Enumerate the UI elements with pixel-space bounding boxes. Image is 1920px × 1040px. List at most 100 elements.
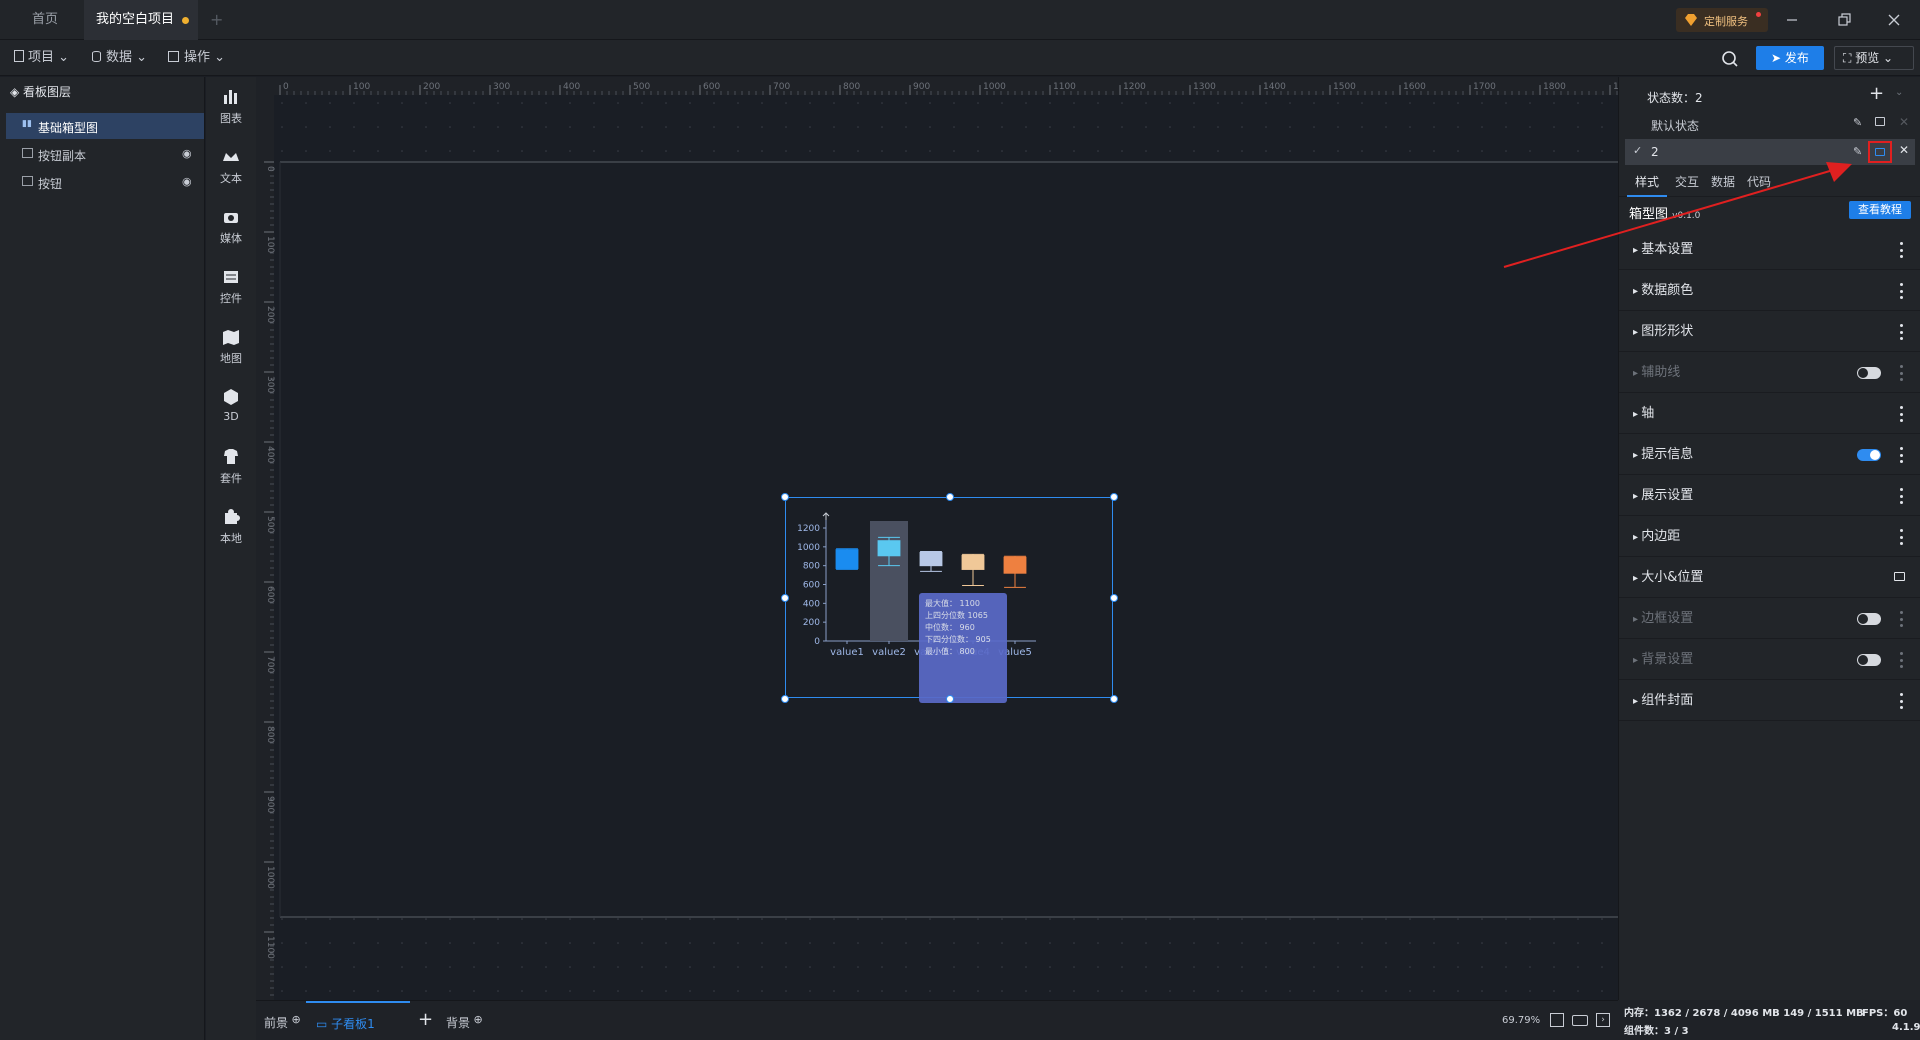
map-icon — [223, 330, 239, 345]
copy-icon — [1875, 148, 1885, 156]
menu-operation[interactable]: 操作 ⌄ — [168, 40, 225, 76]
sub-board-tab[interactable]: ▭ 子看板1 — [306, 1001, 410, 1040]
resize-handle[interactable] — [781, 695, 789, 703]
terminal-icon[interactable]: › — [1596, 1013, 1610, 1027]
more-icon[interactable] — [1899, 447, 1903, 463]
keyboard-icon[interactable] — [1572, 1015, 1588, 1026]
more-icon[interactable] — [1899, 693, 1903, 709]
state-default[interactable]: 默认状态 ✎ ✕ — [1619, 109, 1920, 139]
toggle-switch[interactable] — [1857, 654, 1881, 666]
ruler-label: 500 — [265, 516, 275, 533]
box-value1[interactable] — [835, 548, 859, 570]
tool-kit[interactable]: 套件 — [206, 445, 256, 503]
caret-right-icon: ▸ — [1633, 327, 1642, 338]
tool-3d[interactable]: 3D — [206, 385, 256, 443]
eye-hidden-icon[interactable]: ◉ — [182, 175, 192, 188]
more-icon[interactable] — [1899, 406, 1903, 422]
resize-handle[interactable] — [781, 594, 789, 602]
box-value5[interactable] — [1003, 555, 1027, 588]
fit-screen-icon[interactable] — [1550, 1013, 1564, 1027]
preview-button[interactable]: ⛶ 预览 ⌄ — [1834, 46, 1914, 70]
layer-item-button[interactable]: 按钮 ◉ — [6, 169, 204, 195]
section-2[interactable]: ▸ 图形形状 — [1619, 312, 1920, 352]
more-icon[interactable] — [1899, 283, 1903, 299]
chevron-down-icon[interactable]: ⌄ — [1895, 87, 1903, 98]
eye-hidden-icon[interactable]: ◉ — [182, 147, 192, 160]
more-icon[interactable] — [1899, 488, 1903, 504]
background-tab[interactable]: 背景 ⊕ — [446, 1013, 483, 1031]
boxplot-component[interactable]: 120010008006004002000value1value2value3v… — [785, 497, 1113, 703]
zoom-level[interactable]: 69.79% — [1502, 1015, 1540, 1026]
cube-icon — [224, 389, 238, 405]
tab-home[interactable]: 首页 — [10, 0, 80, 40]
resize-handle[interactable] — [945, 695, 954, 703]
more-icon[interactable] — [1899, 611, 1903, 627]
menu-project[interactable]: 项目 ⌄ — [14, 40, 69, 76]
tab-project[interactable]: 我的空白项目 — [84, 0, 198, 40]
tooltip-label: 上四分位数 — [925, 611, 965, 620]
close-icon[interactable]: ✕ — [1899, 115, 1909, 129]
tooltip-label: 下四分位数： — [925, 635, 973, 644]
more-icon[interactable] — [1899, 652, 1903, 668]
ruler-label: 1500 — [1333, 82, 1356, 92]
close-window-button[interactable] — [1884, 10, 1904, 30]
tool-control[interactable]: 控件 — [206, 265, 256, 323]
copy-state-button[interactable] — [1868, 141, 1892, 163]
section-label: 轴 — [1641, 406, 1655, 421]
section-3[interactable]: ▸ 辅助线 — [1619, 353, 1920, 393]
tool-map[interactable]: 地图 — [206, 325, 256, 383]
resize-handle[interactable] — [1110, 695, 1118, 703]
add-state-button[interactable]: + — [1869, 83, 1884, 104]
section-11[interactable]: ▸ 组件封面 — [1619, 681, 1920, 721]
close-icon[interactable]: ✕ — [1899, 143, 1909, 157]
foreground-tab[interactable]: 前景 ⊕ — [264, 1013, 301, 1031]
minimize-button[interactable] — [1782, 10, 1802, 30]
search-icon[interactable] — [1720, 49, 1740, 69]
tooltip-row: 上四分位数 1065 — [925, 610, 988, 621]
tooltip-row: 下四分位数： 905 — [925, 634, 991, 645]
section-8[interactable]: ▸ 大小&位置 — [1619, 558, 1920, 598]
publish-button[interactable]: ➤ 发布 — [1756, 46, 1824, 70]
edit-icon[interactable]: ✎ — [1853, 116, 1862, 129]
tool-label: 图表 — [220, 112, 242, 125]
box-value3[interactable] — [919, 551, 943, 572]
new-tab-button[interactable]: + — [210, 10, 223, 29]
send-icon: ➤ — [1771, 51, 1785, 65]
tool-label: 本地 — [220, 532, 242, 545]
resize-handle[interactable] — [945, 493, 954, 501]
caret-right-icon: ▸ — [1633, 614, 1642, 625]
tooltip-label: 最小值： — [925, 647, 957, 656]
layer-item-button-copy[interactable]: 按钮副本 ◉ — [6, 141, 204, 167]
ruler-label: 1300 — [1193, 82, 1216, 92]
tool-text[interactable]: 文本 — [206, 145, 256, 203]
section-9[interactable]: ▸ 边框设置 — [1619, 599, 1920, 639]
more-icon[interactable] — [1899, 324, 1903, 340]
tool-chart[interactable]: 图表 — [206, 85, 256, 143]
resize-handle[interactable] — [1110, 594, 1118, 602]
box-value4[interactable] — [961, 553, 985, 586]
more-icon[interactable] — [1899, 365, 1903, 381]
layer-item-boxplot[interactable]: ▮▮ 基础箱型图 — [6, 113, 204, 139]
copy-icon[interactable] — [1875, 117, 1885, 126]
more-icon[interactable] — [1899, 242, 1903, 258]
more-icon[interactable] — [1899, 529, 1903, 545]
tool-media[interactable]: 媒体 — [206, 205, 256, 263]
custom-service-button[interactable]: 定制服务 — [1676, 8, 1768, 32]
toggle-switch[interactable] — [1857, 613, 1881, 625]
section-7[interactable]: ▸ 内边距 — [1619, 517, 1920, 557]
lock-icon[interactable] — [1894, 572, 1905, 581]
section-10[interactable]: ▸ 背景设置 — [1619, 640, 1920, 680]
section-label: 大小&位置 — [1641, 570, 1704, 585]
toggle-switch[interactable] — [1857, 449, 1881, 461]
section-6[interactable]: ▸ 展示设置 — [1619, 476, 1920, 516]
tool-local[interactable]: 本地 — [206, 505, 256, 563]
restore-button[interactable] — [1834, 10, 1854, 30]
toggle-switch[interactable] — [1857, 367, 1881, 379]
resize-handle[interactable] — [1110, 493, 1118, 501]
add-board-button[interactable]: + — [418, 1009, 433, 1030]
menu-data[interactable]: 数据 ⌄ — [92, 40, 147, 76]
resize-handle[interactable] — [781, 493, 789, 501]
section-5[interactable]: ▸ 提示信息 — [1619, 435, 1920, 475]
ruler-label: 500 — [633, 82, 650, 92]
section-4[interactable]: ▸ 轴 — [1619, 394, 1920, 434]
